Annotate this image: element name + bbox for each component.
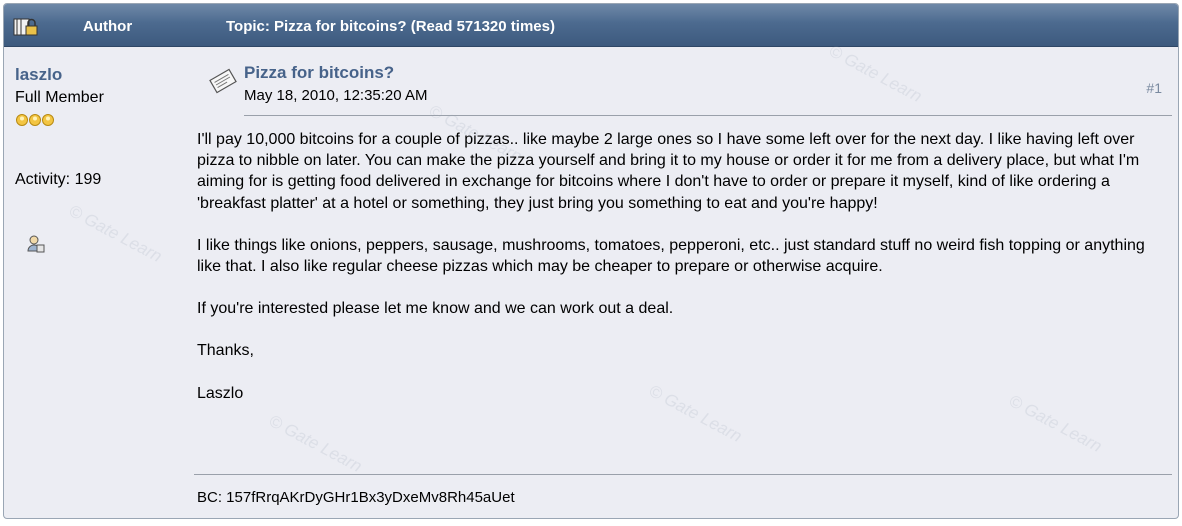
post-paragraph: If you're interested please let me know …: [197, 300, 674, 318]
post-paragraph: I'll pay 10,000 bitcoins for a couple of…: [197, 131, 1140, 212]
post-number-link[interactable]: #1: [1146, 80, 1162, 96]
lock-icon: [13, 18, 38, 36]
rank-stars-icon: [16, 114, 54, 126]
signature-divider: [194, 474, 1172, 475]
post-paragraph: I like things like onions, peppers, saus…: [197, 236, 1145, 276]
profile-icon[interactable]: [26, 234, 46, 254]
post-date: May 18, 2010, 12:35:20 AM: [244, 87, 428, 104]
post-title-link[interactable]: Pizza for bitcoins?: [244, 63, 394, 83]
author-column-header: Author: [83, 18, 133, 35]
post-signature: BC: 157fRrqAKrDyGHr1Bx3yDxeMv8Rh45aUet: [197, 489, 515, 506]
post-body: I'll pay 10,000 bitcoins for a couple of…: [197, 129, 1169, 425]
topic-title-header: Topic: Pizza for bitcoins? (Read 571320 …: [226, 18, 555, 35]
author-username-link[interactable]: laszlo: [15, 65, 62, 85]
post-header-divider: [244, 115, 1172, 116]
author-rank: Full Member: [15, 89, 104, 106]
post-signoff-line: Thanks,: [197, 342, 254, 360]
post-panel: Pizza for bitcoins? May 18, 2010, 12:35:…: [194, 47, 1172, 518]
forum-topic-panel: Author Topic: Pizza for bitcoins? (Read …: [3, 3, 1179, 519]
post-signoff-name: Laszlo: [197, 384, 244, 402]
message-icon: [209, 68, 237, 94]
author-activity: Activity: 199: [15, 171, 102, 188]
topic-header-bar: Author Topic: Pizza for bitcoins? (Read …: [4, 4, 1178, 47]
author-info-panel: laszlo Full Member Activity: 199: [4, 47, 184, 518]
